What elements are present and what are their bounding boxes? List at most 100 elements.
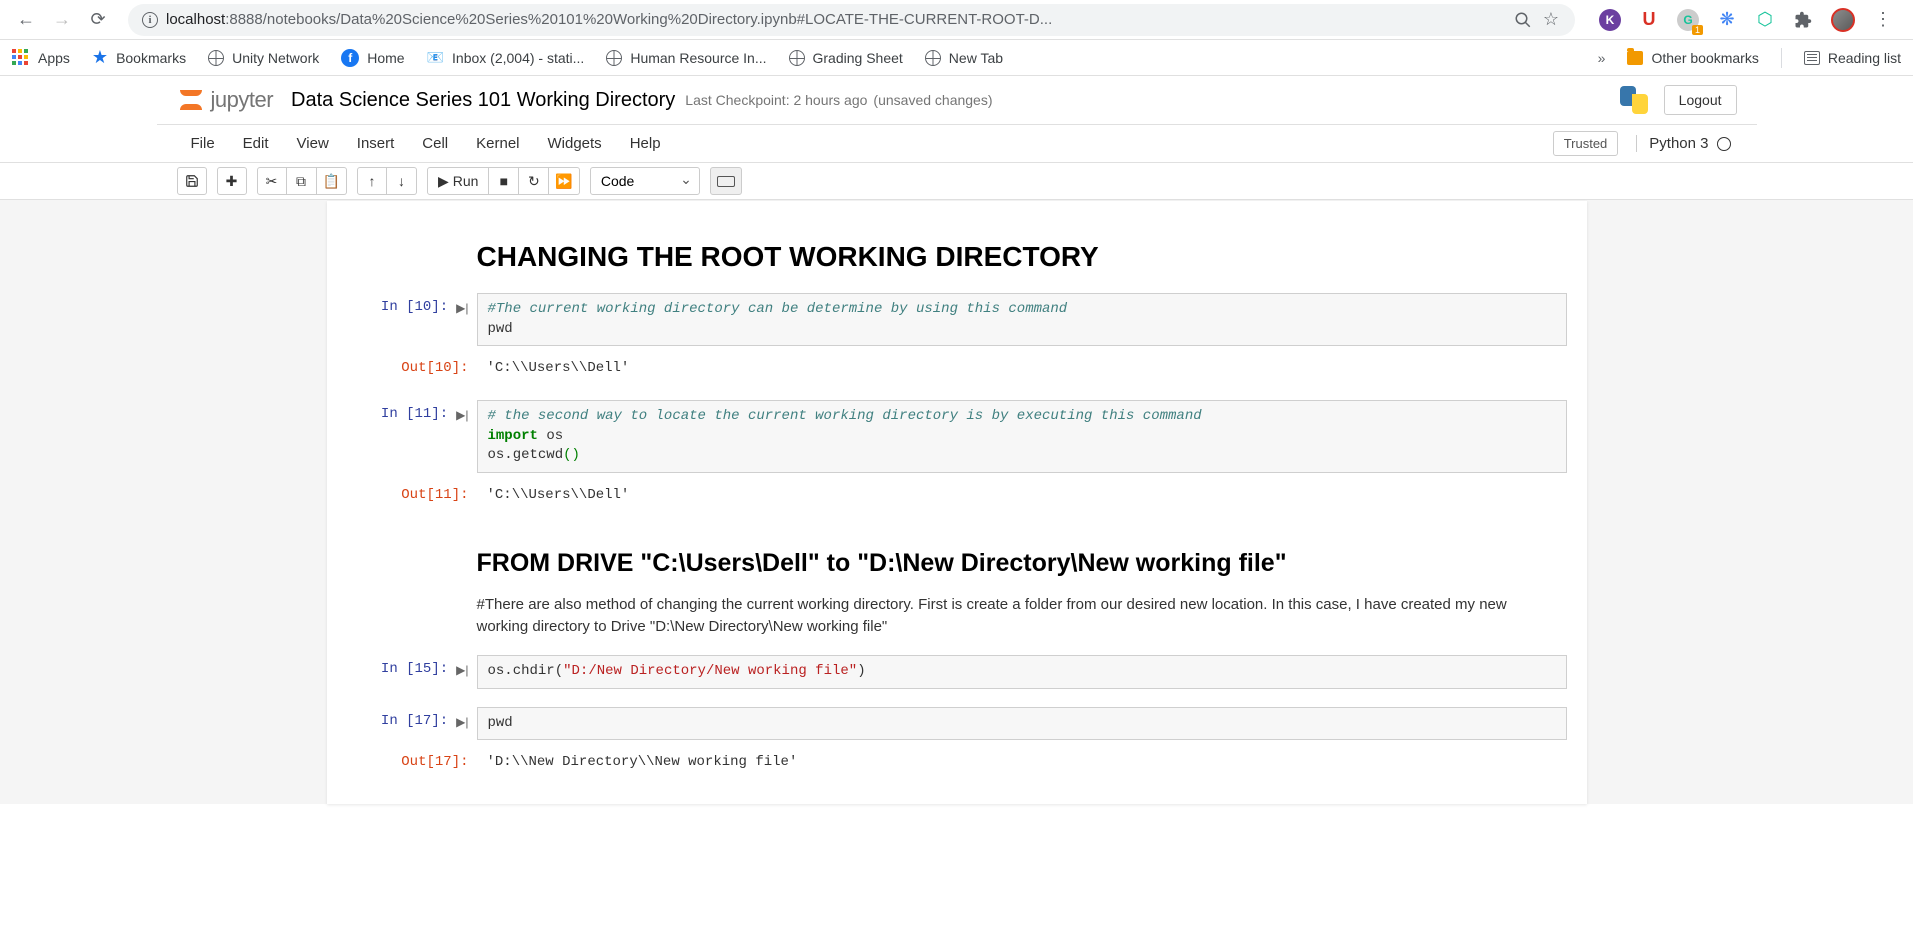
output-text: 'C:\\Users\\Dell' bbox=[477, 354, 1567, 382]
bookmark-inbox[interactable]: 📧 Inbox (2,004) - stati... bbox=[427, 49, 585, 66]
menu-insert[interactable]: Insert bbox=[343, 129, 409, 158]
markdown-cell-para[interactable]: #There are also method of changing the c… bbox=[347, 594, 1567, 639]
reload-button[interactable]: ⟳ bbox=[84, 6, 112, 34]
output-prompt: Out[10]: bbox=[401, 360, 468, 376]
jupyter-logo-icon bbox=[177, 86, 205, 114]
output-cell-11: Out[11]: 'C:\\Users\\Dell' bbox=[347, 481, 1567, 509]
move-down-button[interactable]: ↓ bbox=[387, 167, 417, 195]
run-cell-icon[interactable]: ▶| bbox=[456, 715, 468, 729]
code-cell-11[interactable]: In [11]: ▶| # the second way to locate t… bbox=[347, 400, 1567, 473]
folder-icon bbox=[1627, 51, 1643, 65]
url-bar[interactable]: i localhost:8888/notebooks/Data%20Scienc… bbox=[128, 4, 1575, 36]
bookmark-unity-network[interactable]: Unity Network bbox=[208, 50, 319, 66]
forward-button[interactable]: → bbox=[48, 6, 76, 34]
python-logo-icon bbox=[1618, 84, 1650, 116]
cell-type-select[interactable]: Code bbox=[590, 167, 700, 195]
run-cell-icon[interactable]: ▶| bbox=[456, 301, 468, 315]
paste-button[interactable]: 📋 bbox=[317, 167, 347, 195]
copy-button[interactable]: ⧉ bbox=[287, 167, 317, 195]
cut-button[interactable]: ✂ bbox=[257, 167, 287, 195]
extension-hex-icon[interactable]: ⬡ bbox=[1755, 10, 1775, 30]
globe-icon bbox=[925, 50, 941, 66]
menu-view[interactable]: View bbox=[283, 129, 343, 158]
menu-help[interactable]: Help bbox=[616, 129, 675, 158]
markdown-cell-heading2[interactable]: FROM DRIVE "C:\Users\Dell" to "D:\New Di… bbox=[347, 549, 1567, 578]
extensions-puzzle-icon[interactable] bbox=[1793, 10, 1813, 30]
star-icon: ★ bbox=[92, 47, 108, 68]
menu-cell[interactable]: Cell bbox=[408, 129, 462, 158]
browser-menu-icon[interactable]: ⋮ bbox=[1873, 10, 1893, 30]
restart-button[interactable]: ↻ bbox=[519, 167, 549, 195]
command-palette-button[interactable] bbox=[710, 167, 742, 195]
search-icon[interactable] bbox=[1513, 10, 1533, 30]
extension-grammarly-icon[interactable]: G 1 bbox=[1677, 9, 1699, 31]
heading: CHANGING THE ROOT WORKING DIRECTORY bbox=[477, 241, 1547, 273]
input-prompt: In [10]: bbox=[381, 299, 448, 315]
bookmark-star-icon[interactable]: ☆ bbox=[1541, 10, 1561, 30]
logout-button[interactable]: Logout bbox=[1664, 85, 1737, 115]
jupyter-logo[interactable]: jupyter bbox=[177, 86, 274, 114]
divider bbox=[1781, 48, 1782, 68]
bookmark-new-tab[interactable]: New Tab bbox=[925, 50, 1003, 66]
run-button[interactable]: ▶ Run bbox=[427, 167, 489, 195]
output-prompt: Out[17]: bbox=[401, 754, 468, 770]
facebook-icon: f bbox=[341, 49, 359, 67]
output-text: 'D:\\New Directory\\New working file' bbox=[477, 748, 1567, 776]
extension-icons: K U G 1 ❋ ⬡ ⋮ bbox=[1591, 8, 1901, 32]
input-prompt: In [17]: bbox=[381, 713, 448, 729]
globe-icon bbox=[208, 50, 224, 66]
bookmarks-overflow[interactable]: » bbox=[1598, 50, 1606, 66]
output-prompt: Out[11]: bbox=[401, 487, 468, 503]
menu-edit[interactable]: Edit bbox=[229, 129, 283, 158]
run-cell-icon[interactable]: ▶| bbox=[456, 408, 468, 422]
extension-u-icon[interactable]: U bbox=[1639, 10, 1659, 30]
bookmarks-bar: Apps ★ Bookmarks Unity Network f Home 📧 … bbox=[0, 40, 1913, 76]
extension-flower-icon[interactable]: ❋ bbox=[1717, 10, 1737, 30]
menu-file[interactable]: File bbox=[177, 129, 229, 158]
code-cell-17[interactable]: In [17]: ▶| pwd bbox=[347, 707, 1567, 741]
menu-kernel[interactable]: Kernel bbox=[462, 129, 533, 158]
back-button[interactable]: ← bbox=[12, 6, 40, 34]
add-cell-button[interactable]: ✚ bbox=[217, 167, 247, 195]
save-button[interactable] bbox=[177, 167, 207, 195]
menu-bar: File Edit View Insert Cell Kernel Widget… bbox=[157, 125, 1757, 162]
output-cell-17: Out[17]: 'D:\\New Directory\\New working… bbox=[347, 748, 1567, 776]
unsaved-changes: (unsaved changes) bbox=[873, 92, 992, 108]
heading: FROM DRIVE "C:\Users\Dell" to "D:\New Di… bbox=[477, 549, 1547, 578]
other-bookmarks[interactable]: Other bookmarks bbox=[1627, 50, 1758, 66]
output-text: 'C:\\Users\\Dell' bbox=[477, 481, 1567, 509]
paragraph: #There are also method of changing the c… bbox=[477, 594, 1547, 639]
notebook-title[interactable]: Data Science Series 101 Working Director… bbox=[291, 89, 675, 112]
notebook-content: CHANGING THE ROOT WORKING DIRECTORY In [… bbox=[327, 201, 1587, 804]
reading-list[interactable]: Reading list bbox=[1804, 50, 1901, 66]
code-cell-10[interactable]: In [10]: ▶| #The current working directo… bbox=[347, 293, 1567, 346]
toolbar: ✚ ✂ ⧉ 📋 ↑ ↓ ▶ Run ■ ↻ ⏩ Code bbox=[157, 163, 1757, 199]
bookmark-bookmarks[interactable]: ★ Bookmarks bbox=[92, 47, 186, 68]
code-input[interactable]: #The current working directory can be de… bbox=[477, 293, 1567, 346]
gmail-icon: 📧 bbox=[427, 49, 444, 66]
bookmark-home[interactable]: f Home bbox=[341, 49, 404, 67]
profile-avatar[interactable] bbox=[1831, 8, 1855, 32]
bookmark-human-resource[interactable]: Human Resource In... bbox=[606, 50, 766, 66]
move-up-button[interactable]: ↑ bbox=[357, 167, 387, 195]
code-input[interactable]: os.chdir("D:/New Directory/New working f… bbox=[477, 655, 1567, 689]
run-all-button[interactable]: ⏩ bbox=[549, 167, 579, 195]
run-cell-icon[interactable]: ▶| bbox=[456, 663, 468, 677]
bookmark-grading-sheet[interactable]: Grading Sheet bbox=[789, 50, 903, 66]
trusted-indicator[interactable]: Trusted bbox=[1553, 131, 1619, 156]
menu-widgets[interactable]: Widgets bbox=[534, 129, 616, 158]
stop-button[interactable]: ■ bbox=[489, 167, 519, 195]
browser-toolbar: ← → ⟳ i localhost:8888/notebooks/Data%20… bbox=[0, 0, 1913, 40]
kernel-status-icon bbox=[1717, 137, 1731, 151]
code-input[interactable]: # the second way to locate the current w… bbox=[477, 400, 1567, 473]
kernel-indicator[interactable]: Python 3 bbox=[1636, 135, 1736, 152]
markdown-cell-heading1[interactable]: CHANGING THE ROOT WORKING DIRECTORY bbox=[347, 241, 1567, 273]
site-info-icon[interactable]: i bbox=[142, 12, 158, 28]
url-text: localhost:8888/notebooks/Data%20Science%… bbox=[166, 11, 1505, 28]
code-cell-15[interactable]: In [15]: ▶| os.chdir("D:/New Directory/N… bbox=[347, 655, 1567, 689]
globe-icon bbox=[606, 50, 622, 66]
apps-button[interactable]: Apps bbox=[12, 49, 70, 67]
extension-k-icon[interactable]: K bbox=[1599, 9, 1621, 31]
reading-list-icon bbox=[1804, 51, 1820, 65]
code-input[interactable]: pwd bbox=[477, 707, 1567, 741]
